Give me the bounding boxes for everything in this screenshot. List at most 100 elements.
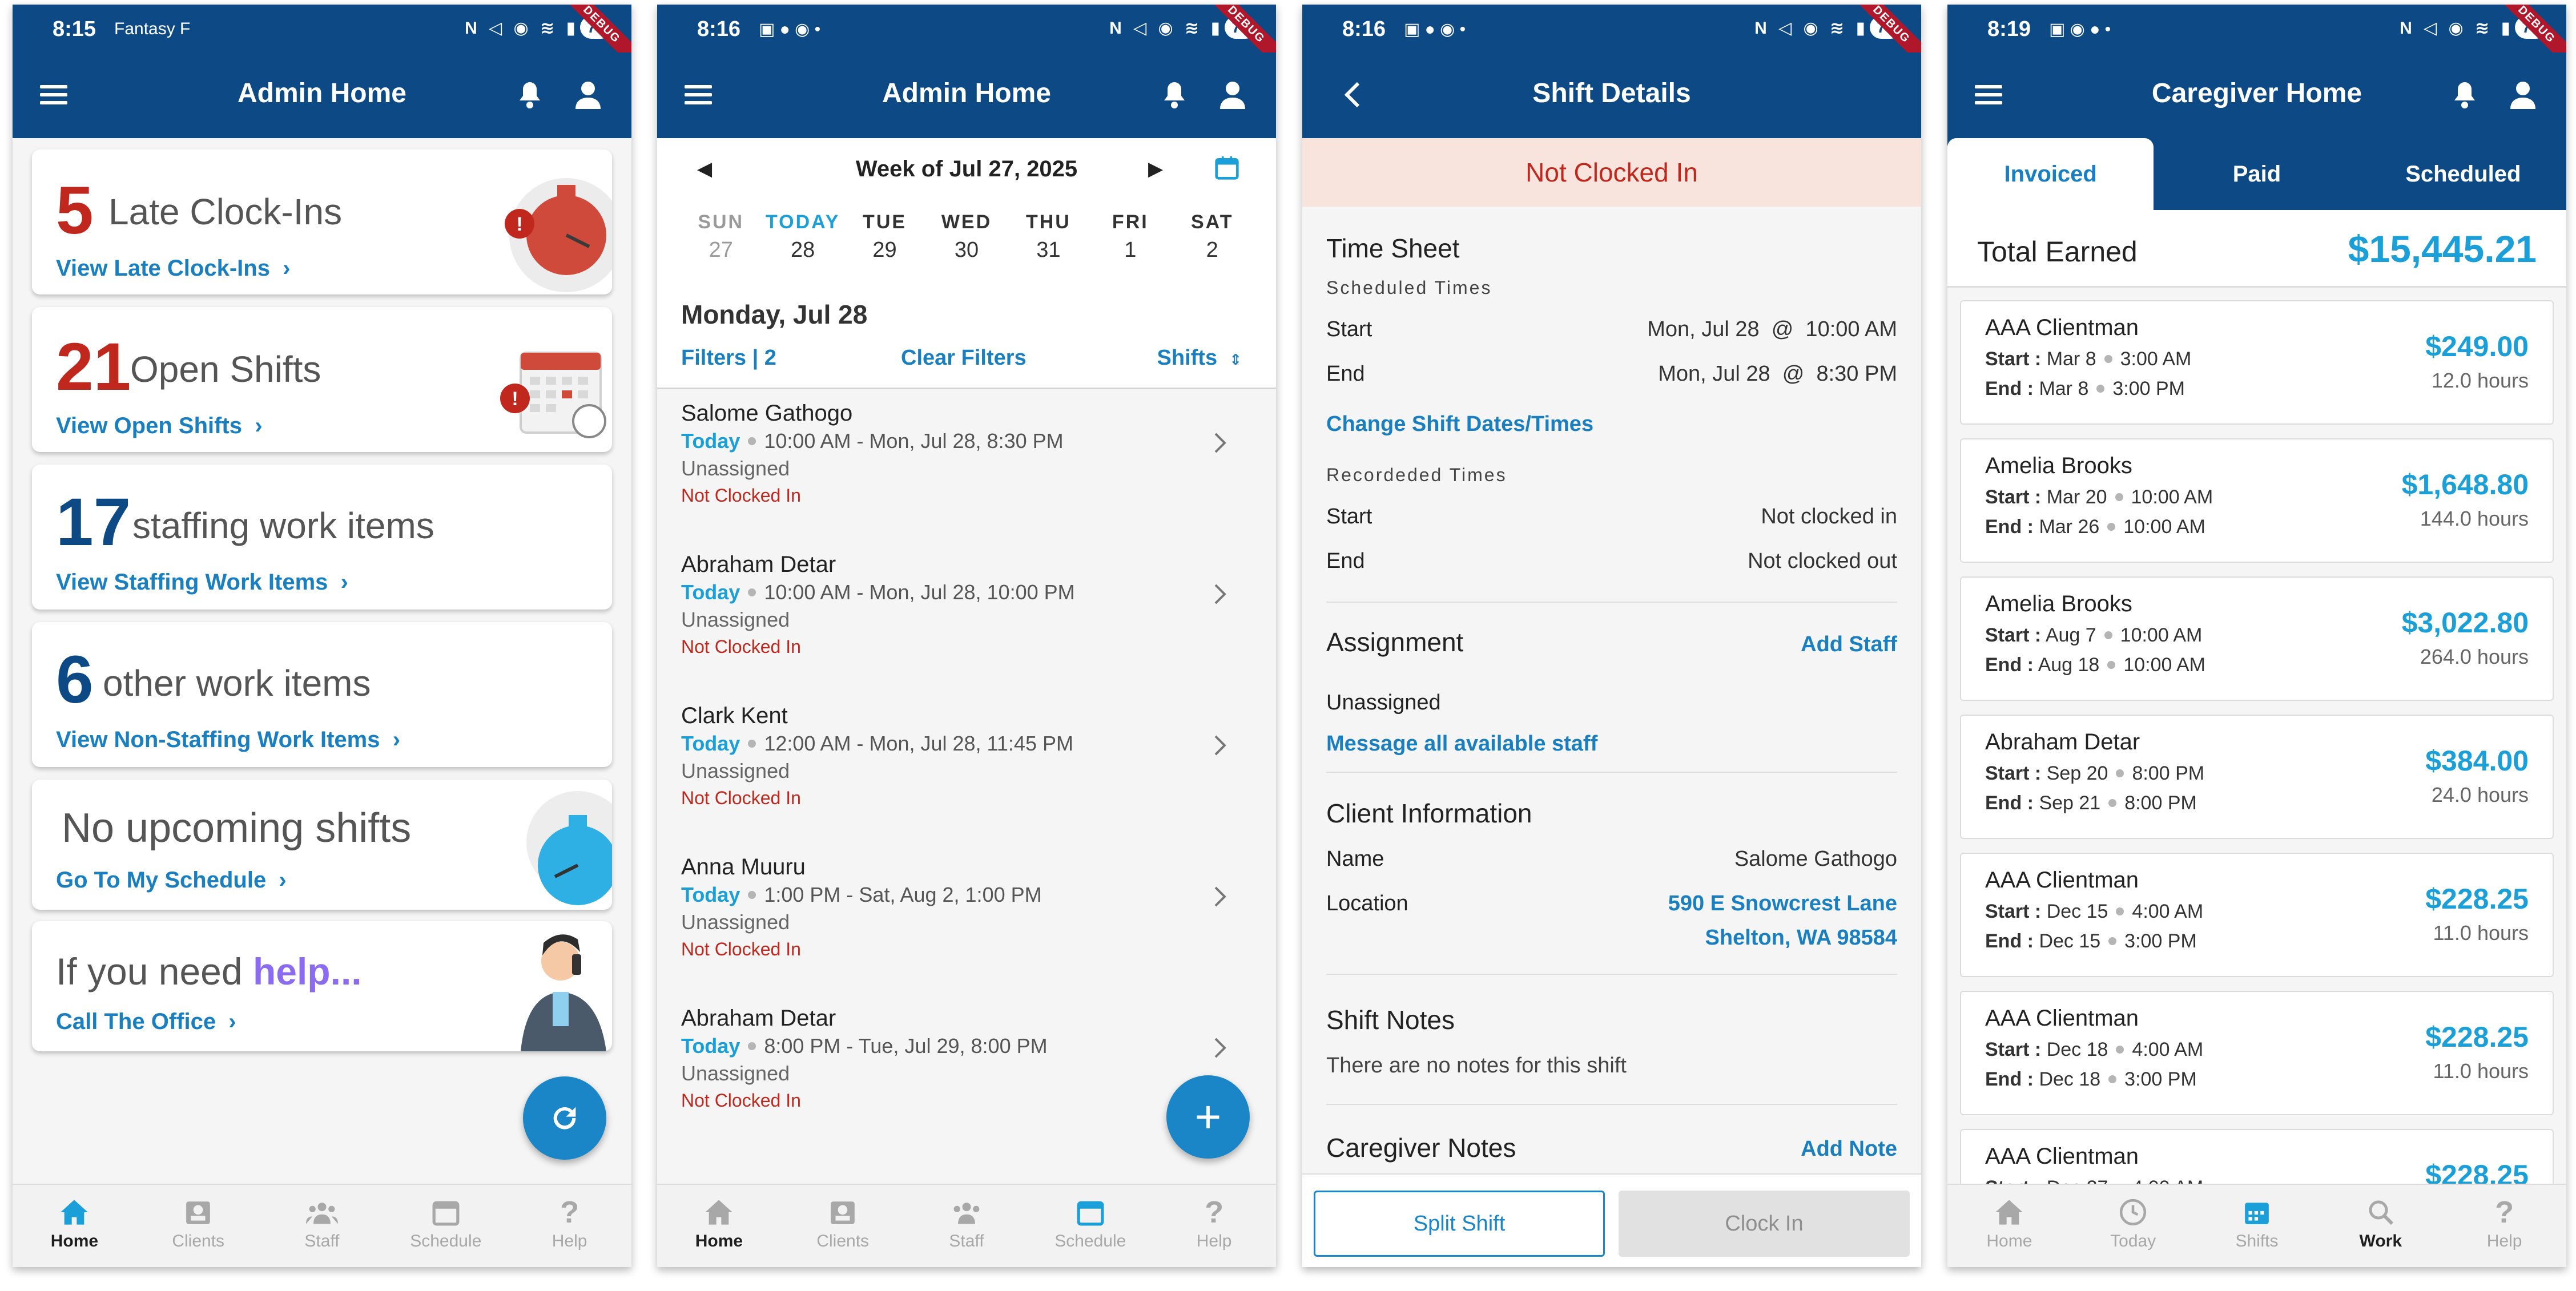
- nav-schedule[interactable]: Schedule: [384, 1185, 508, 1267]
- nav-home[interactable]: Home: [13, 1185, 136, 1267]
- bell-icon[interactable]: [1153, 73, 1196, 116]
- nav-home[interactable]: Home: [1947, 1185, 2071, 1267]
- user-icon[interactable]: [566, 73, 610, 116]
- help-card[interactable]: If you need help... Call The Office ›: [32, 921, 612, 1051]
- view-non-staffing-work-items-link[interactable]: View Non-Staffing Work Items ›: [56, 727, 400, 753]
- user-icon[interactable]: [1211, 73, 1254, 116]
- client-location-label: Location: [1326, 891, 1408, 915]
- nav-work[interactable]: Work: [2319, 1185, 2442, 1267]
- invoice-item[interactable]: Abraham Detar Start : Sep 20 8:00 PM End …: [1960, 715, 2554, 839]
- chevron-right-icon: [1214, 1038, 1226, 1058]
- upcoming-shifts-card[interactable]: No upcoming shifts Go To My Schedule ›: [32, 780, 612, 910]
- nav-staff[interactable]: Staff: [260, 1185, 384, 1267]
- day-sat[interactable]: SAT 2: [1172, 211, 1253, 263]
- nav-home[interactable]: Home: [657, 1185, 781, 1267]
- nav-help[interactable]: ? Help: [2442, 1185, 2566, 1267]
- view-open-shifts-link[interactable]: View Open Shifts ›: [56, 413, 263, 439]
- day-thu[interactable]: THU 31: [1008, 211, 1089, 263]
- status-notification-text: Fantasy F: [114, 19, 191, 38]
- next-week-icon[interactable]: ▶: [1148, 158, 1163, 180]
- open-shifts-card[interactable]: 21 Open Shifts View Open Shifts › !: [32, 307, 612, 452]
- bell-icon[interactable]: [2443, 73, 2486, 116]
- message-available-staff-link[interactable]: Message all available staff: [1326, 732, 1597, 756]
- other-work-items-card[interactable]: 6 other work items View Non-Staffing Wor…: [32, 622, 612, 767]
- go-to-my-schedule-link[interactable]: Go To My Schedule ›: [56, 868, 287, 893]
- status-bar: 8:16 ▣ ● ◉ • N ◁ ◉ ≋ ▮ 79 DEBUG: [657, 5, 1276, 75]
- sort-shifts-button[interactable]: Shifts ⇕: [1157, 346, 1242, 370]
- filters-button[interactable]: Filters | 2: [681, 346, 776, 370]
- recorded-start-value: Not clocked in: [1761, 505, 1897, 528]
- client-address-line2-link[interactable]: Shelton, WA 98584: [1705, 926, 1897, 950]
- nav-help[interactable]: ? Help: [508, 1185, 631, 1267]
- recorded-end-label: End: [1326, 549, 1365, 573]
- calendar-icon[interactable]: [1214, 155, 1239, 180]
- nav-clients[interactable]: Clients: [136, 1185, 260, 1267]
- staffing-work-items-card[interactable]: 17 staffing work items View Staffing Wor…: [32, 465, 612, 610]
- invoice-item[interactable]: Amelia Brooks Start : Mar 20 10:00 AM End…: [1960, 438, 2554, 563]
- user-icon[interactable]: [2501, 73, 2545, 116]
- help-label: If you need help...: [56, 950, 362, 993]
- search-icon: [2369, 1200, 2393, 1225]
- clock-in-button[interactable]: Clock In: [1619, 1191, 1910, 1257]
- view-late-clock-ins-link[interactable]: View Late Clock-Ins ›: [56, 256, 291, 281]
- nav-shifts[interactable]: Shifts: [2195, 1185, 2319, 1267]
- change-shift-times-link[interactable]: Change Shift Dates/Times: [1326, 412, 1593, 437]
- refresh-button[interactable]: [523, 1076, 606, 1160]
- day-sun[interactable]: SUN 27: [680, 211, 762, 263]
- view-staffing-work-items-link[interactable]: View Staffing Work Items ›: [56, 570, 348, 595]
- status-time: 8:19: [1987, 17, 2031, 41]
- add-shift-button[interactable]: +: [1166, 1075, 1250, 1159]
- clients-icon: [831, 1201, 855, 1224]
- shift-list-item[interactable]: Salome Gathogo Today 10:00 AM - Mon, Jul …: [657, 395, 1276, 546]
- client-information-title: Client Information: [1326, 798, 1532, 828]
- client-name-value: Salome Gathogo: [1734, 847, 1897, 871]
- shift-list-item[interactable]: Abraham Detar Today 10:00 AM - Mon, Jul 2…: [657, 546, 1276, 697]
- split-shift-button[interactable]: Split Shift: [1314, 1191, 1605, 1257]
- shift-notes-value: There are no notes for this shift: [1326, 1054, 1627, 1078]
- invoice-item[interactable]: AAA Clientman Start : Dec 15 4:00 AM End …: [1960, 853, 2554, 977]
- help-icon: ?: [560, 1195, 579, 1229]
- no-upcoming-shifts-label: No upcoming shifts: [62, 805, 412, 851]
- tab-scheduled[interactable]: Scheduled: [2360, 138, 2566, 210]
- page-title: Shift Details: [1532, 78, 1691, 108]
- chevron-right-icon: [1214, 735, 1226, 756]
- refresh-icon: [553, 1107, 576, 1129]
- late-clock-ins-label: Late Clock-Ins: [108, 191, 343, 232]
- status-notification-icons: ▣ ● ◉ •: [1404, 20, 1466, 39]
- bottom-navigation: Home Today Shifts Work ? Help: [1947, 1184, 2566, 1267]
- chevron-right-icon: [1214, 584, 1226, 604]
- client-address-line1-link[interactable]: 590 E Snowcrest Lane: [1668, 891, 1897, 916]
- day-fri[interactable]: FRI 1: [1089, 211, 1171, 263]
- help-icon: ?: [2495, 1195, 2514, 1229]
- divider: [1326, 1104, 1897, 1105]
- nav-staff[interactable]: Staff: [905, 1185, 1029, 1267]
- home-icon: [1995, 1200, 2023, 1225]
- person-on-phone-illustration-icon: [521, 934, 606, 1051]
- day-tue[interactable]: TUE 29: [844, 211, 925, 263]
- tab-invoiced[interactable]: Invoiced: [1947, 138, 2154, 210]
- bell-icon[interactable]: [508, 73, 552, 116]
- late-clock-ins-card[interactable]: 5 Late Clock-Ins View Late Clock-Ins › !: [32, 150, 612, 294]
- invoice-item[interactable]: AAA Clientman Start : Mar 8 3:00 AM End :…: [1960, 300, 2554, 425]
- status-icons: N ◁ ◉ ≋ ▮: [465, 19, 579, 38]
- invoice-item[interactable]: Amelia Brooks Start : Aug 7 10:00 AM End …: [1960, 576, 2554, 701]
- clear-filters-button[interactable]: Clear Filters: [901, 346, 1027, 370]
- call-the-office-link[interactable]: Call The Office ›: [56, 1009, 236, 1035]
- nav-help[interactable]: ? Help: [1152, 1185, 1276, 1267]
- scheduled-times-label: Scheduled Times: [1326, 277, 1492, 298]
- shift-list-item[interactable]: Clark Kent Today 12:00 AM - Mon, Jul 28, …: [657, 697, 1276, 849]
- plus-icon: +: [1194, 1091, 1222, 1142]
- nav-today[interactable]: Today: [2071, 1185, 2195, 1267]
- nav-clients[interactable]: Clients: [781, 1185, 905, 1267]
- clock-illustration-icon: [526, 791, 612, 905]
- add-staff-link[interactable]: Add Staff: [1801, 632, 1897, 657]
- day-wed[interactable]: WED 30: [925, 211, 1007, 263]
- add-note-link[interactable]: Add Note: [1801, 1137, 1897, 1161]
- tab-paid[interactable]: Paid: [2154, 138, 2360, 210]
- recorded-end-value: Not clocked out: [1748, 549, 1897, 573]
- day-today[interactable]: TODAY 28: [762, 211, 843, 263]
- invoice-item[interactable]: AAA Clientman Start : Dec 18 4:00 AM End …: [1960, 991, 2554, 1115]
- other-work-items-count: 6: [56, 642, 94, 717]
- nav-schedule[interactable]: Schedule: [1028, 1185, 1152, 1267]
- shift-list-item[interactable]: Anna Muuru Today 1:00 PM - Sat, Aug 2, 1:…: [657, 849, 1276, 1000]
